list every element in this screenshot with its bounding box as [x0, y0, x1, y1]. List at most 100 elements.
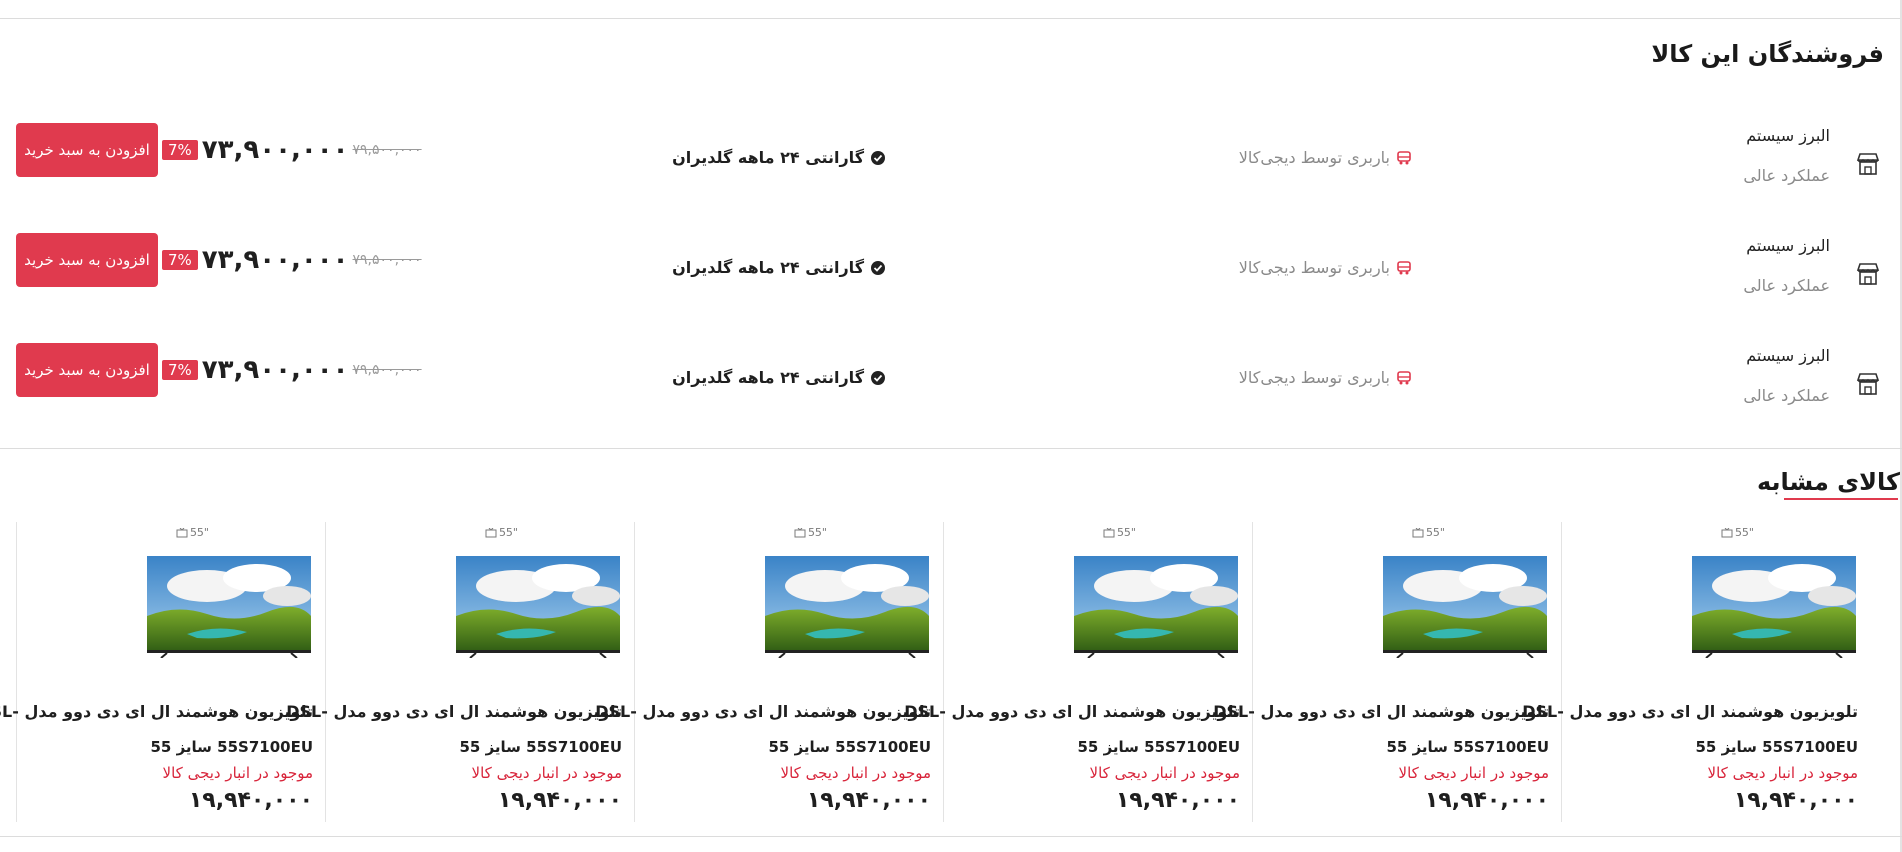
- stock-status: موجود در انبار دیجی کالا: [780, 764, 931, 782]
- product-model: 55S7100EU سایز 55: [1386, 738, 1549, 756]
- price: ۷۳,۹۰۰,۰۰۰: [201, 245, 349, 275]
- product-card[interactable]: 55" تلویزیون هوشمند ال ای دی دوو مدل -DS…: [1522, 522, 1870, 822]
- tv-icon: [1412, 527, 1424, 537]
- size-label: 55": [1734, 526, 1754, 539]
- product-price: ۱۹,۹۴۰,۰۰۰: [497, 788, 622, 813]
- size-label: 55": [807, 526, 827, 539]
- size-label: 55": [1116, 526, 1136, 539]
- add-to-cart-button[interactable]: افزودن به سبد خرید: [16, 233, 158, 287]
- tv-icon: [794, 527, 806, 537]
- product-price: ۱۹,۹۴۰,۰۰۰: [1424, 788, 1549, 813]
- old-price: ۷۹,۵۰۰,۰۰۰: [352, 142, 422, 158]
- shipping-info: باربری توسط دیجی‌کالا: [1239, 258, 1412, 277]
- stock-status: موجود در انبار دیجی کالا: [1707, 764, 1858, 782]
- shield-check-icon: [870, 370, 886, 386]
- title-underline: [1784, 498, 1898, 500]
- sellers-section-title: فروشندگان این کالا: [1651, 40, 1884, 68]
- product-carousel: 55" تلویزیون هوشمند ال ای دی دوو مدل -DS…: [0, 522, 1870, 822]
- seller-name[interactable]: البرز سیستم: [1746, 346, 1830, 365]
- shield-check-icon: [870, 260, 886, 276]
- tv-image: [1692, 556, 1856, 658]
- seller-rating: عملکرد عالی: [1743, 276, 1830, 295]
- similar-section-title: کالای مشابه: [1756, 468, 1900, 496]
- product-model: 55S7100EU سایز 55: [768, 738, 931, 756]
- tv-icon: [1103, 527, 1115, 537]
- shipping-info: باربری توسط دیجی‌کالا: [1239, 148, 1412, 167]
- size-label: 55": [189, 526, 209, 539]
- product-name[interactable]: تلویزیون هوشمند ال ای دی دوو مدل -DSL: [1522, 702, 1858, 721]
- warranty-label: گارانتی ۲۴ ماهه گلدیران: [672, 258, 864, 277]
- add-to-cart-button[interactable]: افزودن به سبد خرید: [16, 123, 158, 177]
- product-name[interactable]: تلویزیون هوشمند ال ای دی دوو مدل -DSL: [595, 702, 931, 721]
- seller-rating: عملکرد عالی: [1743, 166, 1830, 185]
- size-badge: 55": [1412, 526, 1445, 539]
- seller-row: البرز سیستم عملکرد عالی باربری توسط دیجی…: [16, 232, 1886, 322]
- product-name[interactable]: تلویزیون هوشمند ال ای دی دوو مدل -DSL: [0, 702, 313, 721]
- store-icon: [1854, 370, 1882, 398]
- price-group: افزودن به سبد خرید 7% ۷۳,۹۰۰,۰۰۰ ۷۹,۵۰۰,…: [16, 232, 422, 288]
- size-badge: 55": [176, 526, 209, 539]
- truck-icon: [1396, 260, 1412, 276]
- warranty-info: گارانتی ۲۴ ماهه گلدیران: [672, 258, 886, 277]
- tv-image: [765, 556, 929, 658]
- tv-icon: [1721, 527, 1733, 537]
- product-price: ۱۹,۹۴۰,۰۰۰: [188, 788, 313, 813]
- seller-name[interactable]: البرز سیستم: [1746, 236, 1830, 255]
- product-model: 55S7100EU سایز 55: [459, 738, 622, 756]
- product-name[interactable]: تلویزیون هوشمند ال ای دی دوو مدل -DSL: [1213, 702, 1549, 721]
- shipping-info: باربری توسط دیجی‌کالا: [1239, 368, 1412, 387]
- shield-check-icon: [870, 150, 886, 166]
- product-card[interactable]: 55" تلویزیون هوشمند ال ای دی دوو مدل -DS…: [1213, 522, 1561, 822]
- price: ۷۳,۹۰۰,۰۰۰: [201, 355, 349, 385]
- discount-badge: 7%: [162, 360, 198, 380]
- seller-rating: عملکرد عالی: [1743, 386, 1830, 405]
- bottom-divider: [0, 836, 1902, 837]
- truck-icon: [1396, 370, 1412, 386]
- price-group: افزودن به سبد خرید 7% ۷۳,۹۰۰,۰۰۰ ۷۹,۵۰۰,…: [16, 342, 422, 398]
- product-card[interactable]: 55" تلویزیون هوشمند ال ای دی دوو مدل -DS…: [595, 522, 943, 822]
- product-model: 55S7100EU سایز 55: [150, 738, 313, 756]
- seller-row: البرز سیستم عملکرد عالی باربری توسط دیجی…: [16, 342, 1886, 432]
- tv-icon: [485, 527, 497, 537]
- stock-status: موجود در انبار دیجی کالا: [1089, 764, 1240, 782]
- store-icon: [1854, 150, 1882, 178]
- product-price: ۱۹,۹۴۰,۰۰۰: [1733, 788, 1858, 813]
- size-label: 55": [498, 526, 518, 539]
- product-card[interactable]: 55" تلویزیون هوشمند ال ای دی دوو مدل -DS…: [286, 522, 634, 822]
- product-name[interactable]: تلویزیون هوشمند ال ای دی دوو مدل -DSL: [286, 702, 622, 721]
- old-price: ۷۹,۵۰۰,۰۰۰: [352, 252, 422, 268]
- seller-name[interactable]: البرز سیستم: [1746, 126, 1830, 145]
- product-card[interactable]: 55" تلویزیون هوشمند ال ای دی دوو مدل -DS…: [0, 522, 325, 822]
- shipping-label: باربری توسط دیجی‌کالا: [1238, 148, 1390, 167]
- discount-badge: 7%: [162, 250, 198, 270]
- size-badge: 55": [485, 526, 518, 539]
- page: فروشندگان این کالا البرز سیستم عملکرد عا…: [0, 0, 1902, 852]
- price-group: افزودن به سبد خرید 7% ۷۳,۹۰۰,۰۰۰ ۷۹,۵۰۰,…: [16, 122, 422, 178]
- tv-icon: [176, 527, 188, 537]
- shipping-label: باربری توسط دیجی‌کالا: [1238, 258, 1390, 277]
- tv-image: [1383, 556, 1547, 658]
- warranty-label: گارانتی ۲۴ ماهه گلدیران: [672, 148, 864, 167]
- product-price: ۱۹,۹۴۰,۰۰۰: [1115, 788, 1240, 813]
- warranty-info: گارانتی ۲۴ ماهه گلدیران: [672, 148, 886, 167]
- stock-status: موجود در انبار دیجی کالا: [162, 764, 313, 782]
- size-label: 55": [1425, 526, 1445, 539]
- seller-row: البرز سیستم عملکرد عالی باربری توسط دیجی…: [16, 122, 1886, 212]
- tv-image: [147, 556, 311, 658]
- truck-icon: [1396, 150, 1412, 166]
- product-card[interactable]: 55" تلویزیون هوشمند ال ای دی دوو مدل -DS…: [904, 522, 1252, 822]
- tv-image: [1074, 556, 1238, 658]
- warranty-info: گارانتی ۲۴ ماهه گلدیران: [672, 368, 886, 387]
- store-icon: [1854, 260, 1882, 288]
- size-badge: 55": [1721, 526, 1754, 539]
- tv-image: [456, 556, 620, 658]
- size-badge: 55": [794, 526, 827, 539]
- product-name[interactable]: تلویزیون هوشمند ال ای دی دوو مدل -DSL: [904, 702, 1240, 721]
- top-divider: [0, 18, 1902, 19]
- product-model: 55S7100EU سایز 55: [1077, 738, 1240, 756]
- add-to-cart-button[interactable]: افزودن به سبد خرید: [16, 343, 158, 397]
- product-model: 55S7100EU سایز 55: [1695, 738, 1858, 756]
- stock-status: موجود در انبار دیجی کالا: [1398, 764, 1549, 782]
- section-divider: [0, 448, 1902, 449]
- shipping-label: باربری توسط دیجی‌کالا: [1238, 368, 1390, 387]
